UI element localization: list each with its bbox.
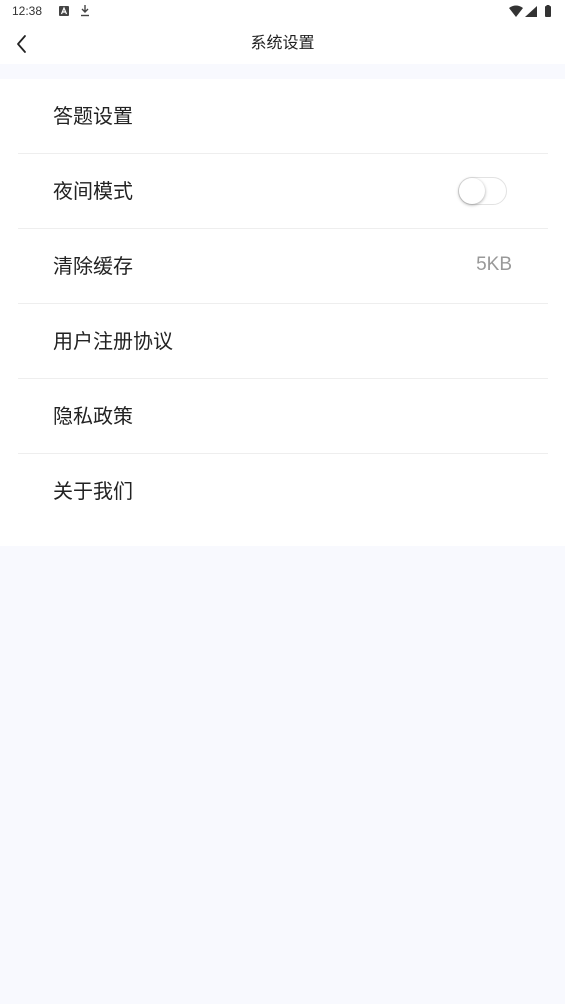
wifi-icon (509, 5, 523, 17)
nav-bar: 系统设置 (0, 24, 565, 64)
cache-size-value: 5KB (476, 254, 512, 275)
a-box-icon (59, 6, 69, 16)
status-right-icons (509, 5, 551, 17)
status-bar: 12:38 (0, 0, 565, 24)
settings-item-label: 夜间模式 (53, 179, 133, 203)
settings-list: 答题设置 夜间模式 清除缓存 5KB 用户注册协议 隐私政策 关于我们 (0, 79, 565, 546)
settings-item-label: 关于我们 (53, 479, 133, 503)
settings-item-night-mode: 夜间模式 (0, 154, 565, 229)
settings-item-about-us[interactable]: 关于我们 (0, 454, 565, 529)
settings-item-label: 答题设置 (53, 104, 133, 128)
night-mode-toggle[interactable] (458, 177, 507, 205)
settings-item-answer-settings[interactable]: 答题设置 (0, 79, 565, 154)
settings-item-label: 清除缓存 (53, 254, 133, 278)
download-icon (81, 5, 89, 17)
settings-item-user-agreement[interactable]: 用户注册协议 (0, 304, 565, 379)
page-title: 系统设置 (250, 33, 315, 52)
chevron-left-icon (17, 35, 26, 53)
settings-item-clear-cache[interactable]: 清除缓存 5KB (0, 229, 565, 304)
settings-item-label: 隐私政策 (53, 404, 133, 428)
status-time: 12:38 (12, 4, 43, 18)
settings-item-label: 用户注册协议 (53, 329, 173, 353)
settings-item-privacy-policy[interactable]: 隐私政策 (0, 379, 565, 454)
back-button[interactable] (8, 30, 36, 58)
toggle-knob (459, 178, 485, 204)
signal-icon (525, 6, 537, 17)
battery-icon (545, 5, 551, 17)
